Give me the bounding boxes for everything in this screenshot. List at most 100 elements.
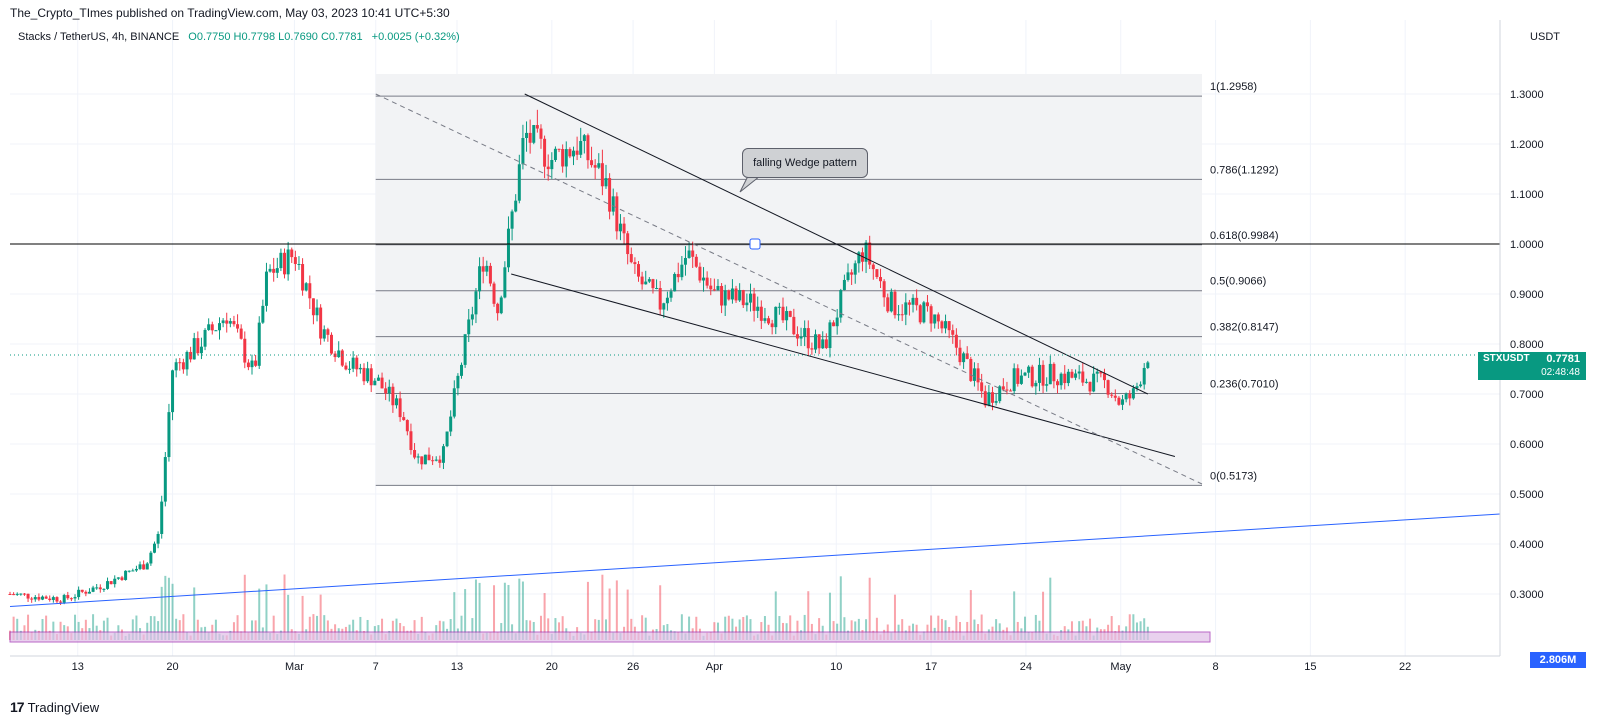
wedge-annotation[interactable]: falling Wedge pattern: [742, 148, 868, 178]
candle-body: [380, 377, 384, 389]
candle-body: [553, 148, 557, 161]
candle-body: [781, 306, 785, 321]
candle-body: [965, 353, 969, 359]
candle-body: [850, 272, 854, 275]
candle-body: [1059, 373, 1063, 386]
candle-body: [416, 456, 420, 458]
candle-body: [723, 290, 727, 306]
x-tick-label: 20: [546, 661, 558, 673]
candle-body: [1012, 368, 1016, 392]
candle-body: [69, 598, 73, 600]
volume-bar: [586, 581, 589, 640]
candle-body: [752, 293, 756, 311]
candle-body: [1095, 371, 1099, 374]
candle-body: [1081, 371, 1085, 383]
candle-body: [33, 597, 37, 600]
candle-body: [152, 543, 156, 553]
candle-body: [77, 589, 81, 598]
candle-body: [1088, 381, 1092, 392]
candle-body: [629, 254, 633, 263]
candle-body: [517, 164, 521, 201]
candle-body: [124, 570, 128, 580]
candle-body: [113, 578, 117, 585]
candle-body: [1045, 384, 1049, 386]
candle-body: [275, 268, 279, 273]
candle-body: [1139, 384, 1143, 387]
candle-body: [189, 351, 193, 360]
candle-body: [687, 250, 691, 258]
tradingview-footer[interactable]: 17 TradingView: [10, 699, 99, 715]
candle-body: [87, 591, 91, 594]
candle-body: [445, 431, 449, 447]
candle-body: [987, 392, 991, 406]
candle-body: [19, 593, 23, 595]
candle-body: [102, 588, 106, 590]
candle-body: [1092, 373, 1096, 392]
candle-body: [413, 450, 417, 458]
volume-bar: [615, 580, 618, 640]
candle-body: [933, 314, 937, 324]
candle-body: [756, 306, 760, 311]
candle-body: [644, 281, 648, 285]
candle-body: [1077, 371, 1081, 374]
candle-body: [8, 594, 12, 595]
candle-body: [228, 321, 232, 324]
candle-body: [286, 249, 290, 275]
candle-body: [875, 269, 879, 277]
candle-body: [810, 348, 814, 350]
candle-body: [571, 150, 575, 157]
volume-bar: [503, 582, 506, 640]
x-tick-label: May: [1110, 661, 1131, 673]
candle-body: [730, 288, 734, 300]
price-chart[interactable]: 1(1.2958) 0.786(1.1292) 0.618(0.9984) 0.5(0…: [0, 0, 1600, 724]
volume-zone-rect: [9, 631, 1211, 643]
candle-body: [467, 319, 471, 335]
candle-body: [120, 577, 124, 580]
candle-body: [900, 314, 904, 316]
candle-body: [1066, 371, 1070, 384]
candle-body: [911, 297, 915, 305]
candle-body: [387, 386, 391, 394]
candle-body: [817, 334, 821, 349]
candle-body: [1113, 395, 1117, 398]
x-tick-label: 20: [166, 661, 178, 673]
candle-body: [492, 283, 496, 304]
candle-body: [705, 277, 709, 286]
x-tick-label: 15: [1304, 661, 1316, 673]
candle-body: [181, 362, 185, 370]
x-tick-label: Mar: [285, 661, 304, 673]
candle-body: [593, 165, 597, 168]
candle-body: [1048, 363, 1052, 385]
candle-body: [1110, 394, 1114, 396]
candle-body: [824, 339, 828, 349]
candle-body: [734, 288, 738, 301]
candle-body: [174, 362, 178, 371]
candle-body: [510, 211, 514, 229]
candle-body: [66, 595, 70, 599]
candle-body: [405, 420, 409, 432]
candle-body: [499, 297, 503, 314]
candle-body: [673, 273, 677, 292]
candle-body: [1146, 362, 1150, 368]
candle-body: [308, 283, 312, 299]
candle-body: [759, 306, 763, 321]
candle-body: [362, 367, 366, 382]
candle-body: [452, 388, 456, 417]
candle-body: [250, 360, 254, 368]
candle-body: [37, 597, 41, 600]
candle-body: [1041, 364, 1045, 386]
volume-bar: [839, 576, 842, 640]
candle-body: [770, 323, 774, 328]
candle-body: [297, 264, 301, 266]
candle-body: [481, 266, 485, 272]
candle-body: [503, 267, 507, 298]
candle-body: [160, 501, 164, 534]
candle-body: [1030, 366, 1034, 387]
candle-timer: 02:48:48: [1541, 367, 1580, 378]
candle-body: [149, 552, 153, 564]
candle-body: [26, 593, 30, 599]
candle-body: [218, 323, 222, 331]
candle-body: [785, 311, 789, 321]
candle-body: [951, 330, 955, 335]
candle-body: [994, 401, 998, 403]
